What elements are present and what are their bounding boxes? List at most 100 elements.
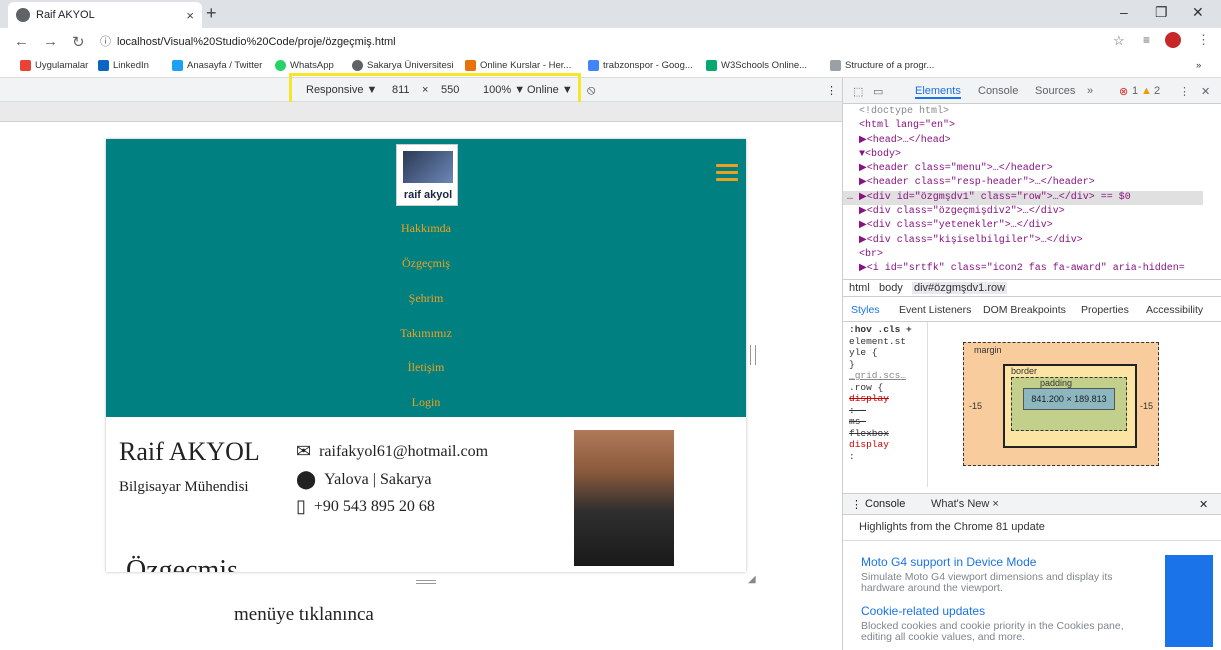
- resize-handle-right[interactable]: [750, 345, 756, 365]
- menu-item[interactable]: Login: [106, 395, 746, 410]
- drawer-tab-console[interactable]: Console: [865, 498, 905, 510]
- dom-line-selected[interactable]: … ▶<div id="özgmşdv1" class="row">…</div…: [843, 190, 1203, 206]
- dom-line[interactable]: <!doctype html>: [843, 105, 1203, 119]
- menu-item[interactable]: Şehrim: [106, 291, 746, 306]
- bookmark-star-icon[interactable]: ☆: [1113, 33, 1125, 49]
- dom-line[interactable]: ▶<div class="yetenekler">…</div>: [843, 219, 1203, 233]
- style-line: yle {: [849, 347, 878, 358]
- dom-line[interactable]: ▼<body>: [843, 148, 1203, 162]
- error-count[interactable]: 1: [1132, 85, 1138, 97]
- url-field[interactable]: ⓘ localhost/Visual%20Studio%20Code/proje/…: [100, 33, 396, 49]
- dom-tree: <!doctype html> <html lang="en"> ▶<head>…: [843, 105, 1203, 281]
- bookmark-item[interactable]: LinkedIn: [98, 60, 149, 71]
- breadcrumb-item[interactable]: body: [879, 282, 903, 294]
- style-line: element.st: [849, 335, 907, 347]
- tab-sources[interactable]: Sources: [1035, 85, 1075, 97]
- phone-row: ▯ +90 543 895 20 68: [296, 496, 435, 516]
- maximize-icon[interactable]: ❐: [1155, 4, 1168, 21]
- style-line: : -: [849, 404, 867, 416]
- new-tab-button[interactable]: +: [206, 3, 217, 24]
- styles-tabs: Styles Event Listeners DOM Breakpoints P…: [843, 300, 1221, 322]
- media-icon[interactable]: ≡: [1143, 33, 1150, 47]
- reload-icon[interactable]: ↻: [72, 33, 85, 51]
- close-window-icon[interactable]: ✕: [1192, 4, 1204, 21]
- menu-item[interactable]: İletişim: [106, 360, 746, 375]
- dom-line[interactable]: ▶<header class="resp-header">…</header>: [843, 176, 1203, 190]
- media-query-bar[interactable]: [0, 102, 842, 122]
- box-model-content[interactable]: 841.200 × 189.813: [1023, 388, 1115, 410]
- devtools-close-icon[interactable]: ✕: [1201, 85, 1210, 98]
- breadcrumb-item[interactable]: div#özgmşdv1.row: [911, 282, 1008, 294]
- device-menu-icon[interactable]: ⋮: [826, 84, 837, 97]
- devtools-menu-icon[interactable]: ⋮: [1179, 85, 1190, 98]
- section-heading: Özgeçmiş: [126, 555, 238, 572]
- menu-item[interactable]: Hakkımda: [106, 221, 746, 236]
- dom-line[interactable]: ▶<head>…</head>: [843, 134, 1203, 148]
- styles-pane: :hov .cls + element.st yle { } _grid.scs…: [843, 322, 928, 487]
- whats-new-link[interactable]: Moto G4 support in Device Mode: [861, 555, 1036, 569]
- inspect-icon[interactable]: ⬚: [853, 85, 863, 98]
- breadcrumb: html body div#özgmşdv1.row: [843, 279, 1221, 297]
- tab-console[interactable]: Console: [978, 85, 1018, 97]
- style-line[interactable]: display: [849, 393, 921, 405]
- dom-line[interactable]: ▶<div class="özgeçmişdiv2">…</div>: [843, 205, 1203, 219]
- info-icon[interactable]: ⓘ: [100, 36, 111, 48]
- resize-handle-bottom[interactable]: [416, 580, 436, 584]
- bookmark-item[interactable]: Anasayfa / Twitter: [172, 60, 262, 71]
- style-line[interactable]: display: [849, 439, 921, 451]
- hamburger-menu-icon[interactable]: [716, 164, 738, 181]
- drawer-menu-icon[interactable]: ⋮: [851, 498, 862, 511]
- apps-icon: [20, 60, 31, 71]
- warning-icon: ▲: [1141, 85, 1152, 97]
- tab-properties[interactable]: Properties: [1081, 304, 1129, 316]
- tab-elements[interactable]: Elements: [915, 85, 961, 99]
- filter-toolbar[interactable]: :hov .cls +: [849, 324, 921, 336]
- dom-line[interactable]: ▶<div class="kişiselbilgiler">…</div>: [843, 234, 1203, 248]
- bookmark-item[interactable]: Uygulamalar: [20, 60, 88, 71]
- minimize-icon[interactable]: –: [1120, 4, 1128, 20]
- style-line: .row {: [849, 381, 884, 393]
- logo-text: raif akyol: [403, 189, 453, 201]
- style-source-link[interactable]: _grid.scs…: [849, 370, 921, 382]
- dom-line[interactable]: ▶<i id="srtfk" class="icon2 fas fa-award…: [843, 262, 1203, 276]
- dom-line[interactable]: <br>: [843, 248, 1203, 262]
- bookmark-item[interactable]: Online Kurslar - Her...: [465, 60, 571, 71]
- menu-item[interactable]: Takımımız: [106, 326, 746, 341]
- margin-left-value[interactable]: -15: [969, 401, 982, 411]
- browser-tab[interactable]: Raif AKYOL ×: [8, 2, 202, 28]
- page-icon: [830, 60, 841, 71]
- browser-menu-icon[interactable]: ⋮: [1197, 32, 1210, 48]
- breadcrumb-item[interactable]: html: [849, 282, 870, 294]
- bookmark-item[interactable]: W3Schools Online...: [706, 60, 807, 71]
- drawer-close-icon[interactable]: ✕: [1199, 498, 1208, 511]
- bookmark-item[interactable]: WhatsApp: [275, 60, 334, 71]
- whats-new-link[interactable]: Cookie-related updates: [861, 604, 985, 618]
- url-text: localhost/Visual%20Studio%20Code/proje/ö…: [117, 36, 396, 48]
- device-toggle-icon[interactable]: ▭: [873, 85, 883, 98]
- tab-dom-breakpoints[interactable]: DOM Breakpoints: [983, 304, 1066, 316]
- tab-accessibility[interactable]: Accessibility: [1146, 304, 1203, 316]
- job-title: Bilgisayar Mühendisi: [119, 479, 249, 495]
- bookmark-item[interactable]: Structure of a progr...: [830, 60, 934, 71]
- margin-right-value[interactable]: -15: [1140, 401, 1153, 411]
- tab-event-listeners[interactable]: Event Listeners: [899, 304, 971, 316]
- menu-item[interactable]: Özgeçmiş: [106, 256, 746, 271]
- more-tabs-icon[interactable]: »: [1087, 85, 1093, 97]
- whats-new-desc: Blocked cookies and cookie priority in t…: [861, 620, 1124, 643]
- logo[interactable]: raif akyol: [396, 144, 458, 206]
- back-icon[interactable]: ←: [14, 33, 29, 50]
- resize-corner-icon[interactable]: ◢: [748, 574, 756, 585]
- bookmark-item[interactable]: trabzonspor - Goog...: [588, 60, 693, 71]
- profile-avatar[interactable]: [1165, 32, 1181, 48]
- warning-count[interactable]: 2: [1154, 85, 1160, 97]
- tab-close-button[interactable]: ×: [186, 8, 194, 23]
- forward-icon[interactable]: →: [43, 33, 58, 50]
- drawer-tab-whats-new[interactable]: What's New ×: [931, 498, 999, 510]
- dom-line[interactable]: <html lang="en">: [843, 119, 1203, 133]
- style-line: :: [849, 450, 855, 462]
- dom-line[interactable]: ▶<header class="menu">…</header>: [843, 162, 1203, 176]
- more-bookmarks-icon[interactable]: »: [1196, 60, 1201, 71]
- tab-styles[interactable]: Styles: [851, 304, 880, 316]
- bookmark-item[interactable]: Sakarya Üniversitesi: [352, 60, 454, 71]
- rotate-icon[interactable]: ⦸: [587, 82, 595, 98]
